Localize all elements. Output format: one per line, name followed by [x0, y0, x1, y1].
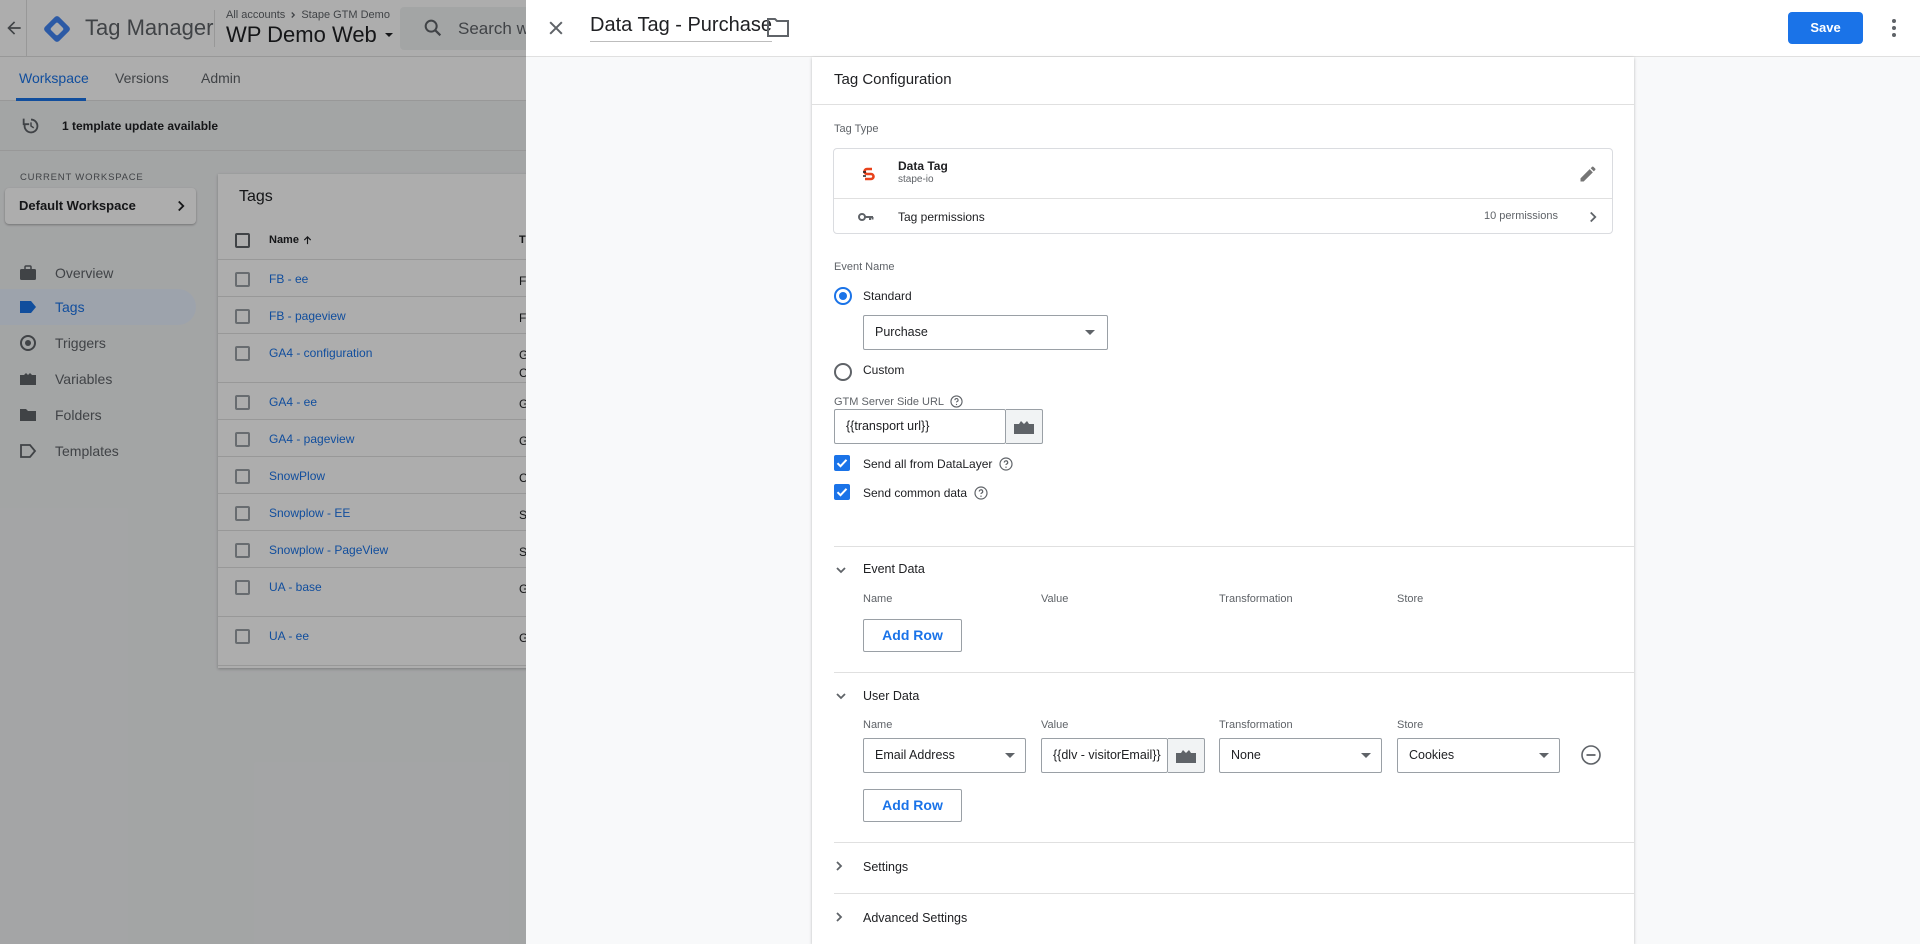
help-icon[interactable]	[974, 486, 988, 500]
variable-picker-button[interactable]	[1168, 738, 1205, 773]
tag-configuration-card: Tag Configuration Tag Type Data Tag stap…	[812, 57, 1634, 944]
event-data-add-row-button[interactable]: Add Row	[863, 619, 962, 652]
check-icon	[836, 488, 848, 497]
standard-event-select[interactable]: Purchase	[863, 315, 1108, 350]
help-icon[interactable]	[950, 395, 963, 408]
select-value: Email Address	[875, 748, 955, 762]
caret-down-icon	[1361, 753, 1371, 758]
send-all-datalayer-checkbox[interactable]	[834, 455, 850, 471]
send-common-label: Send common data	[863, 486, 968, 500]
tag-permissions-label: Tag permissions	[898, 210, 985, 224]
divider	[834, 842, 1634, 843]
select-value: None	[1231, 748, 1261, 762]
chevron-down-icon[interactable]	[834, 563, 848, 577]
settings-section-title[interactable]: Settings	[863, 860, 908, 874]
folder-icon[interactable]	[766, 16, 790, 38]
divider	[834, 893, 1634, 894]
store-select[interactable]: Cookies	[1397, 738, 1560, 773]
chevron-right-icon[interactable]	[832, 910, 846, 924]
divider	[834, 198, 1612, 199]
check-icon	[836, 459, 848, 468]
close-icon[interactable]	[546, 18, 566, 38]
variable-block-icon	[1014, 421, 1034, 434]
tag-name-input[interactable]: Data Tag - Purchase	[590, 14, 772, 42]
user-data-add-row-button[interactable]: Add Row	[863, 789, 962, 822]
server-url-input[interactable]: {{transport url}}	[834, 409, 1006, 444]
sheet-header: Data Tag - Purchase Save	[526, 0, 1920, 57]
column-header-value: Value	[1041, 719, 1069, 731]
caret-down-icon	[1539, 753, 1549, 758]
variable-block-icon	[1176, 750, 1196, 763]
tag-type-label: Tag Type	[834, 123, 879, 135]
event-data-title[interactable]: Event Data	[863, 562, 925, 576]
card-title: Tag Configuration	[834, 71, 952, 88]
divider	[834, 672, 1634, 673]
remove-row-icon[interactable]	[1580, 744, 1602, 766]
chevron-down-icon[interactable]	[834, 689, 848, 703]
pencil-icon[interactable]	[1578, 164, 1598, 184]
key-icon	[858, 213, 874, 221]
tag-type-name: Data Tag	[898, 159, 948, 173]
advanced-settings-title[interactable]: Advanced Settings	[863, 911, 967, 925]
send-all-label: Send all from DataLayer	[863, 457, 993, 471]
send-common-row: Send common data	[863, 486, 988, 500]
send-all-row: Send all from DataLayer	[863, 457, 1014, 471]
event-name-label: Event Name	[834, 261, 895, 273]
transformation-select[interactable]: None	[1219, 738, 1382, 773]
column-header-name: Name	[863, 593, 893, 605]
caret-down-icon	[1005, 753, 1015, 758]
input-value: {{dlv - visitorEmail}}	[1053, 748, 1161, 762]
select-value: Cookies	[1409, 748, 1455, 762]
stape-logo-icon	[863, 167, 875, 181]
column-header-store: Store	[1397, 593, 1424, 605]
standard-radio-label: Standard	[863, 289, 912, 303]
custom-radio-label: Custom	[863, 363, 905, 377]
divider	[812, 104, 1634, 105]
column-header-value: Value	[1041, 593, 1069, 605]
more-vert-icon[interactable]	[1882, 16, 1906, 40]
help-icon[interactable]	[999, 457, 1014, 471]
chevron-right-icon[interactable]	[832, 859, 846, 873]
standard-radio[interactable]	[834, 287, 852, 305]
column-header-store: Store	[1397, 719, 1424, 731]
tag-type-box[interactable]: Data Tag stape-io Tag permissions 10 per…	[833, 148, 1613, 234]
column-header-name: Name	[863, 719, 893, 731]
user-data-name-select[interactable]: Email Address	[863, 738, 1026, 773]
user-data-title[interactable]: User Data	[863, 689, 919, 703]
divider	[834, 546, 1634, 547]
column-header-transformation: Transformation	[1219, 719, 1293, 731]
tag-type-vendor: stape-io	[898, 174, 934, 185]
column-header-transformation: Transformation	[1219, 593, 1293, 605]
tag-editor-sheet: Data Tag - Purchase Save Tag Configurati…	[526, 0, 1920, 944]
url-label-row: GTM Server Side URL	[834, 395, 963, 408]
custom-radio[interactable]	[834, 363, 852, 381]
input-value: {{transport url}}	[846, 419, 930, 433]
select-value: Purchase	[875, 325, 928, 339]
permissions-count: 10 permissions	[1484, 210, 1558, 222]
save-button[interactable]: Save	[1788, 12, 1863, 44]
url-label: GTM Server Side URL	[834, 395, 945, 408]
caret-down-icon	[1085, 330, 1095, 335]
send-common-data-checkbox[interactable]	[834, 484, 850, 500]
variable-picker-button[interactable]	[1006, 409, 1043, 444]
chevron-right-icon[interactable]	[1584, 208, 1602, 226]
user-data-value-input[interactable]: {{dlv - visitorEmail}}	[1041, 738, 1168, 773]
